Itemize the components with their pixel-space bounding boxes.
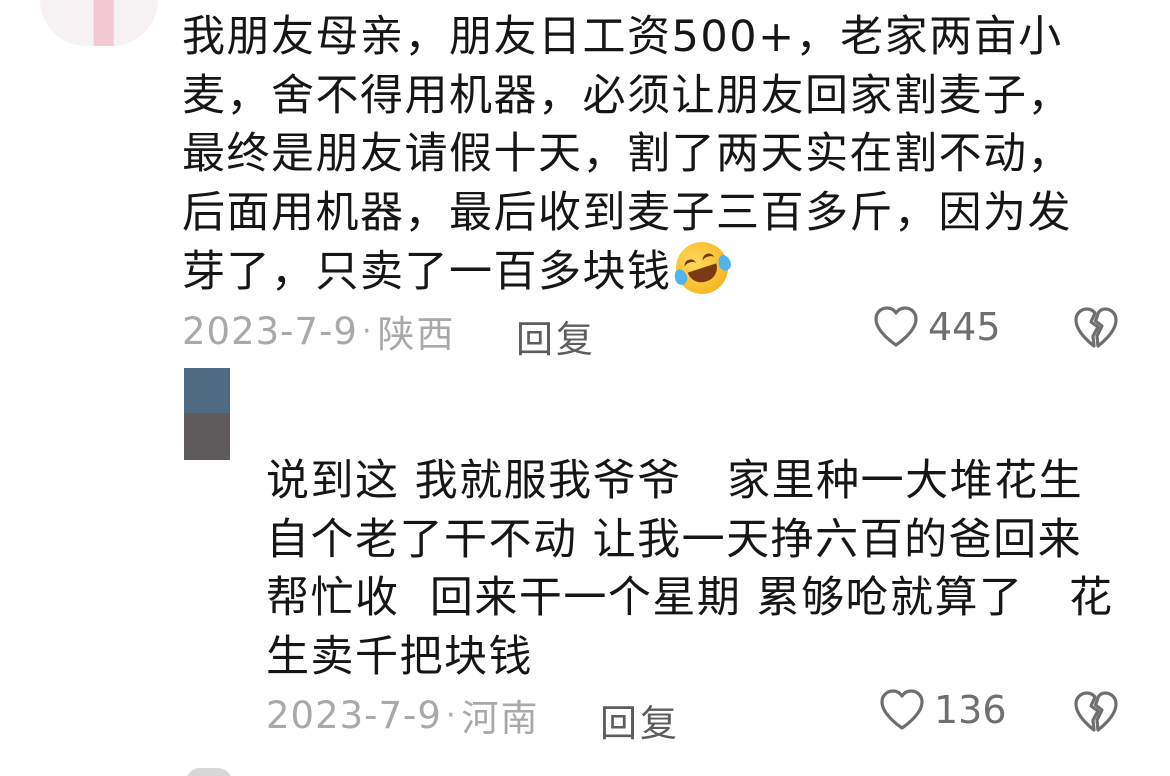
reply-button[interactable]: 回复 (600, 693, 680, 747)
dislike-button[interactable] (1073, 306, 1119, 354)
meta-separator: · (361, 313, 372, 349)
reply-comment: 说到这 我就服我爷爷 家里种一大堆花生自个老了干不动 让我一天挣六百的爸回来帮忙… (266, 452, 1126, 686)
comment-location: 陕西 (377, 313, 456, 356)
comment-meta: 2023-7-9 · 陕西 (182, 306, 456, 357)
broken-heart-icon (1074, 691, 1118, 732)
reply-button[interactable]: 回复 (516, 309, 596, 363)
heart-icon (880, 689, 924, 730)
comment-location: 河南 (461, 697, 540, 740)
like-button[interactable]: 136 (878, 688, 1007, 732)
broken-heart-icon (1074, 307, 1118, 348)
like-count: 445 (928, 305, 1001, 349)
comment-text: 我朋友母亲，朋友日工资500+，老家两亩小麦，舍不得用机器，必须让朋友回家割麦子… (182, 8, 1102, 302)
avatar[interactable] (184, 368, 230, 460)
rolling-laughing-tears-emoji-icon (668, 235, 735, 301)
like-button[interactable]: 445 (872, 305, 1001, 349)
comment-text: 说到这 我就服我爷爷 家里种一大堆花生自个老了干不动 让我一天挣六百的爸回来帮忙… (266, 456, 1114, 682)
comment-meta: 2023-7-9 · 河南 (266, 690, 540, 741)
heart-icon (874, 306, 918, 347)
comment-date: 2023-7-9 (182, 309, 358, 353)
dislike-button[interactable] (1073, 690, 1119, 738)
comment-date: 2023-7-9 (266, 693, 442, 737)
like-count: 136 (934, 688, 1007, 732)
meta-separator: · (445, 697, 456, 733)
avatar[interactable] (40, 0, 158, 46)
avatar[interactable] (186, 768, 232, 776)
comment: 我朋友母亲，朋友日工资500+，老家两亩小麦，舍不得用机器，必须让朋友回家割麦子… (182, 8, 1102, 302)
